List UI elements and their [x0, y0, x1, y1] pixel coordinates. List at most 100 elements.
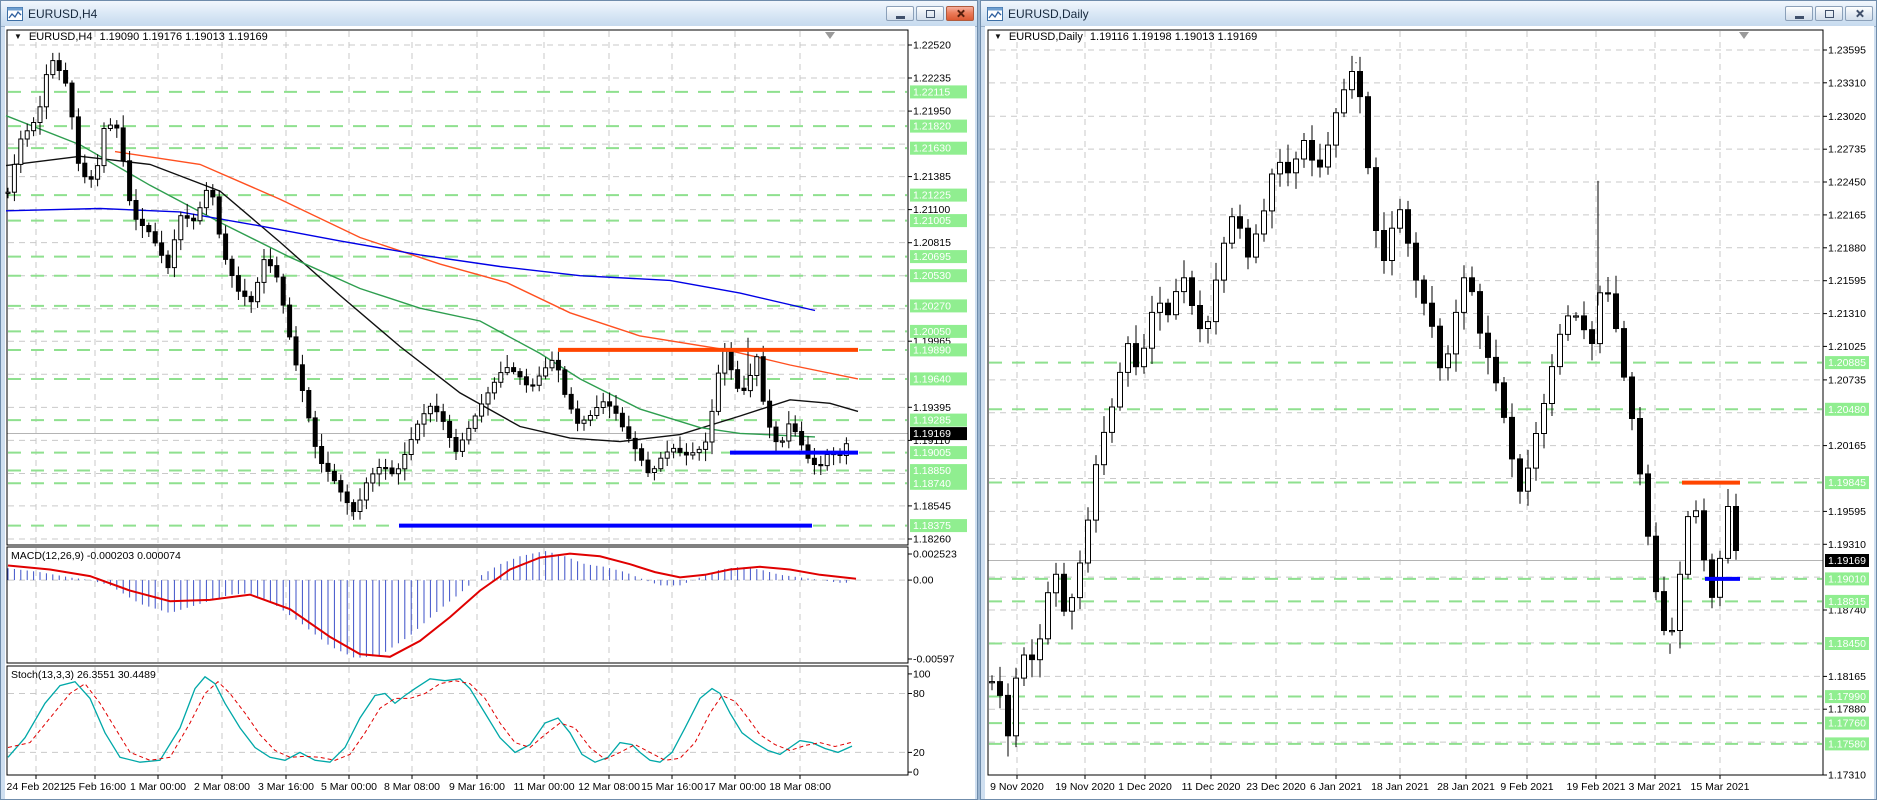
indicator-axis-label: 0.002523	[913, 549, 957, 561]
level-price-label: 1.20695	[913, 251, 951, 263]
price-tick-label: 1.17310	[1828, 770, 1866, 782]
level-price-label: 1.20050	[913, 326, 951, 338]
minimize-button[interactable]	[1785, 6, 1813, 21]
time-tick-label: 24 Feb 2021	[7, 781, 66, 793]
level-price-label: 1.22115	[913, 86, 950, 98]
stoch-label: Stoch(13,3,3) 26.3551 30.4489	[11, 669, 156, 681]
chart-window-eurusd-daily[interactable]: EURUSD,Daily ▼ EURUSD,Daily 1.19116 1.19…	[980, 0, 1877, 800]
price-tick-label: 1.20735	[1828, 374, 1866, 386]
restore-icon	[1824, 9, 1834, 18]
level-price-label: 1.17580	[1828, 738, 1866, 750]
stoch-main-line	[7, 675, 853, 763]
symbol-dropdown-icon[interactable]: ▼	[994, 33, 1002, 41]
candles	[989, 55, 1739, 757]
price-axis[interactable]: 1.23595 1.23310 1.23020 1.22735 1.22450 1.221…	[1823, 45, 1869, 782]
time-tick-label: 9 Feb 2021	[1500, 781, 1553, 793]
restore-button[interactable]	[1815, 6, 1843, 21]
price-tick-label: 1.18545	[913, 500, 951, 512]
time-axis[interactable]: 9 Nov 2020 19 Nov 2020 1 Dec 2020 11 Dec 20…	[990, 775, 1750, 793]
price-tick-label: 1.17880	[1828, 704, 1866, 716]
close-icon	[1855, 9, 1864, 18]
time-tick-label: 19 Nov 2020	[1055, 781, 1115, 793]
indicator-axis-label: 20	[913, 747, 925, 759]
window-title: EURUSD,Daily	[1008, 6, 1089, 21]
price-tick-label: 1.21595	[1828, 275, 1866, 287]
close-icon	[956, 9, 965, 18]
time-tick-label: 18 Mar 08:00	[769, 781, 831, 793]
price-tick-label: 1.21950	[913, 106, 951, 118]
macd-panel-border	[6, 546, 909, 664]
quote-values: 1.19090 1.19176 1.19013 1.19169	[99, 31, 268, 43]
price-tick-label: 1.23020	[1828, 111, 1866, 123]
titlebar-eurusd-daily[interactable]: EURUSD,Daily	[981, 1, 1876, 27]
indicator-axis-label: -0.00597	[913, 654, 955, 666]
time-tick-label: 28 Jan 2021	[1437, 781, 1495, 793]
level-price-label: 1.19005	[913, 447, 951, 459]
level-price-label: 1.20480	[1828, 404, 1866, 416]
price-tick-label: 1.22165	[1828, 209, 1866, 221]
level-price-label: 1.18850	[913, 465, 951, 477]
level-price-label: 1.18815	[1828, 596, 1866, 608]
stoch-panel-border	[6, 665, 909, 776]
titlebar-eurusd-h4[interactable]: EURUSD,H4	[1, 1, 977, 27]
chart-area-eurusd-h4[interactable]: ▼ EURUSD,H4 1.19090 1.19176 1.19013 1.19…	[5, 26, 975, 799]
level-price-label: 1.17760	[1828, 718, 1866, 730]
ohlc-quote-line: ▼ EURUSD,Daily 1.19116 1.19198 1.19013 1…	[994, 31, 1257, 43]
ma-blue	[5, 207, 816, 312]
price-tick-label: 1.22450	[1828, 177, 1866, 189]
level-price-label: 1.21225	[913, 190, 951, 202]
time-tick-label: 3 Mar 2021	[1628, 781, 1681, 793]
current-price-label: 1.19169	[1828, 555, 1866, 567]
time-tick-label: 1 Dec 2020	[1118, 781, 1172, 793]
chart-window-icon	[987, 6, 1003, 21]
price-tick-label: 1.22235	[913, 73, 951, 85]
time-tick-label: 5 Mar 00:00	[321, 781, 377, 793]
quote-values: 1.19116 1.19198 1.19013 1.19169	[1089, 31, 1258, 43]
level-price-label: 1.17990	[1828, 691, 1866, 703]
time-tick-label: 12 Mar 08:00	[578, 781, 640, 793]
time-tick-label: 3 Mar 16:00	[258, 781, 314, 793]
time-tick-label: 11 Dec 2020	[1182, 781, 1241, 793]
time-tick-label: 6 Jan 2021	[1310, 781, 1362, 793]
chart-window-eurusd-h4[interactable]: EURUSD,H4 ▼ EURUSD,H4 1.19090 1.19176 1.…	[0, 0, 978, 800]
time-tick-label: 1 Mar 00:00	[130, 781, 186, 793]
restore-button[interactable]	[916, 6, 944, 21]
time-tick-label: 9 Nov 2020	[990, 781, 1044, 793]
chart-shift-marker[interactable]	[1739, 32, 1749, 39]
price-tick-label: 1.20815	[913, 237, 951, 249]
indicator-axis-label: 0	[913, 767, 919, 779]
chart-shift-marker[interactable]	[825, 32, 835, 39]
minimize-button[interactable]	[886, 6, 914, 21]
ma-black-slow	[5, 155, 859, 443]
symbol-dropdown-icon[interactable]: ▼	[14, 33, 22, 41]
level-price-label: 1.19010	[1828, 573, 1866, 585]
quote-symbol: EURUSD,H4	[28, 31, 93, 43]
price-tick-label: 1.21310	[1828, 308, 1866, 320]
indicator-axis-label: 80	[913, 688, 925, 700]
indicator-axis-label: 0.00	[913, 575, 934, 587]
restore-icon	[925, 9, 935, 18]
eurusd-h4-canvas[interactable]: MACD(12,26,9) -0.000203 0.000074 0.002523…	[5, 26, 975, 799]
time-tick-label: 15 Mar 16:00	[641, 781, 703, 793]
price-axis[interactable]: 1.225201.222351.219501.213851.211001.208…	[908, 40, 967, 546]
close-button[interactable]	[946, 6, 974, 21]
macd-histogram	[7, 551, 847, 658]
close-button[interactable]	[1845, 6, 1873, 21]
time-tick-label: 23 Dec 2020	[1246, 781, 1306, 793]
level-price-label: 1.19285	[913, 415, 951, 427]
level-price-label: 1.21820	[913, 121, 951, 133]
price-tick-label: 1.20165	[1828, 440, 1866, 452]
price-tick-label: 1.22520	[913, 40, 951, 52]
time-tick-label: 2 Mar 08:00	[194, 781, 250, 793]
eurusd-daily-canvas[interactable]: 1.23595 1.23310 1.23020 1.22735 1.22450 1.221…	[985, 26, 1874, 799]
level-price-label: 1.19890	[913, 344, 951, 356]
ma-orange	[114, 150, 859, 380]
candles	[5, 52, 849, 520]
chart-area-eurusd-daily[interactable]: ▼ EURUSD,Daily 1.19116 1.19198 1.19013 1…	[985, 26, 1874, 799]
price-tick-label: 1.21385	[913, 171, 951, 183]
level-price-label: 1.18740	[913, 478, 951, 490]
level-price-label: 1.18375	[913, 520, 951, 532]
main-panel-border	[987, 29, 1824, 776]
time-axis[interactable]: 24 Feb 202125 Feb 16:00 1 Mar 00:00 2 Mar …	[7, 775, 832, 793]
time-tick-label: 9 Mar 16:00	[449, 781, 505, 793]
